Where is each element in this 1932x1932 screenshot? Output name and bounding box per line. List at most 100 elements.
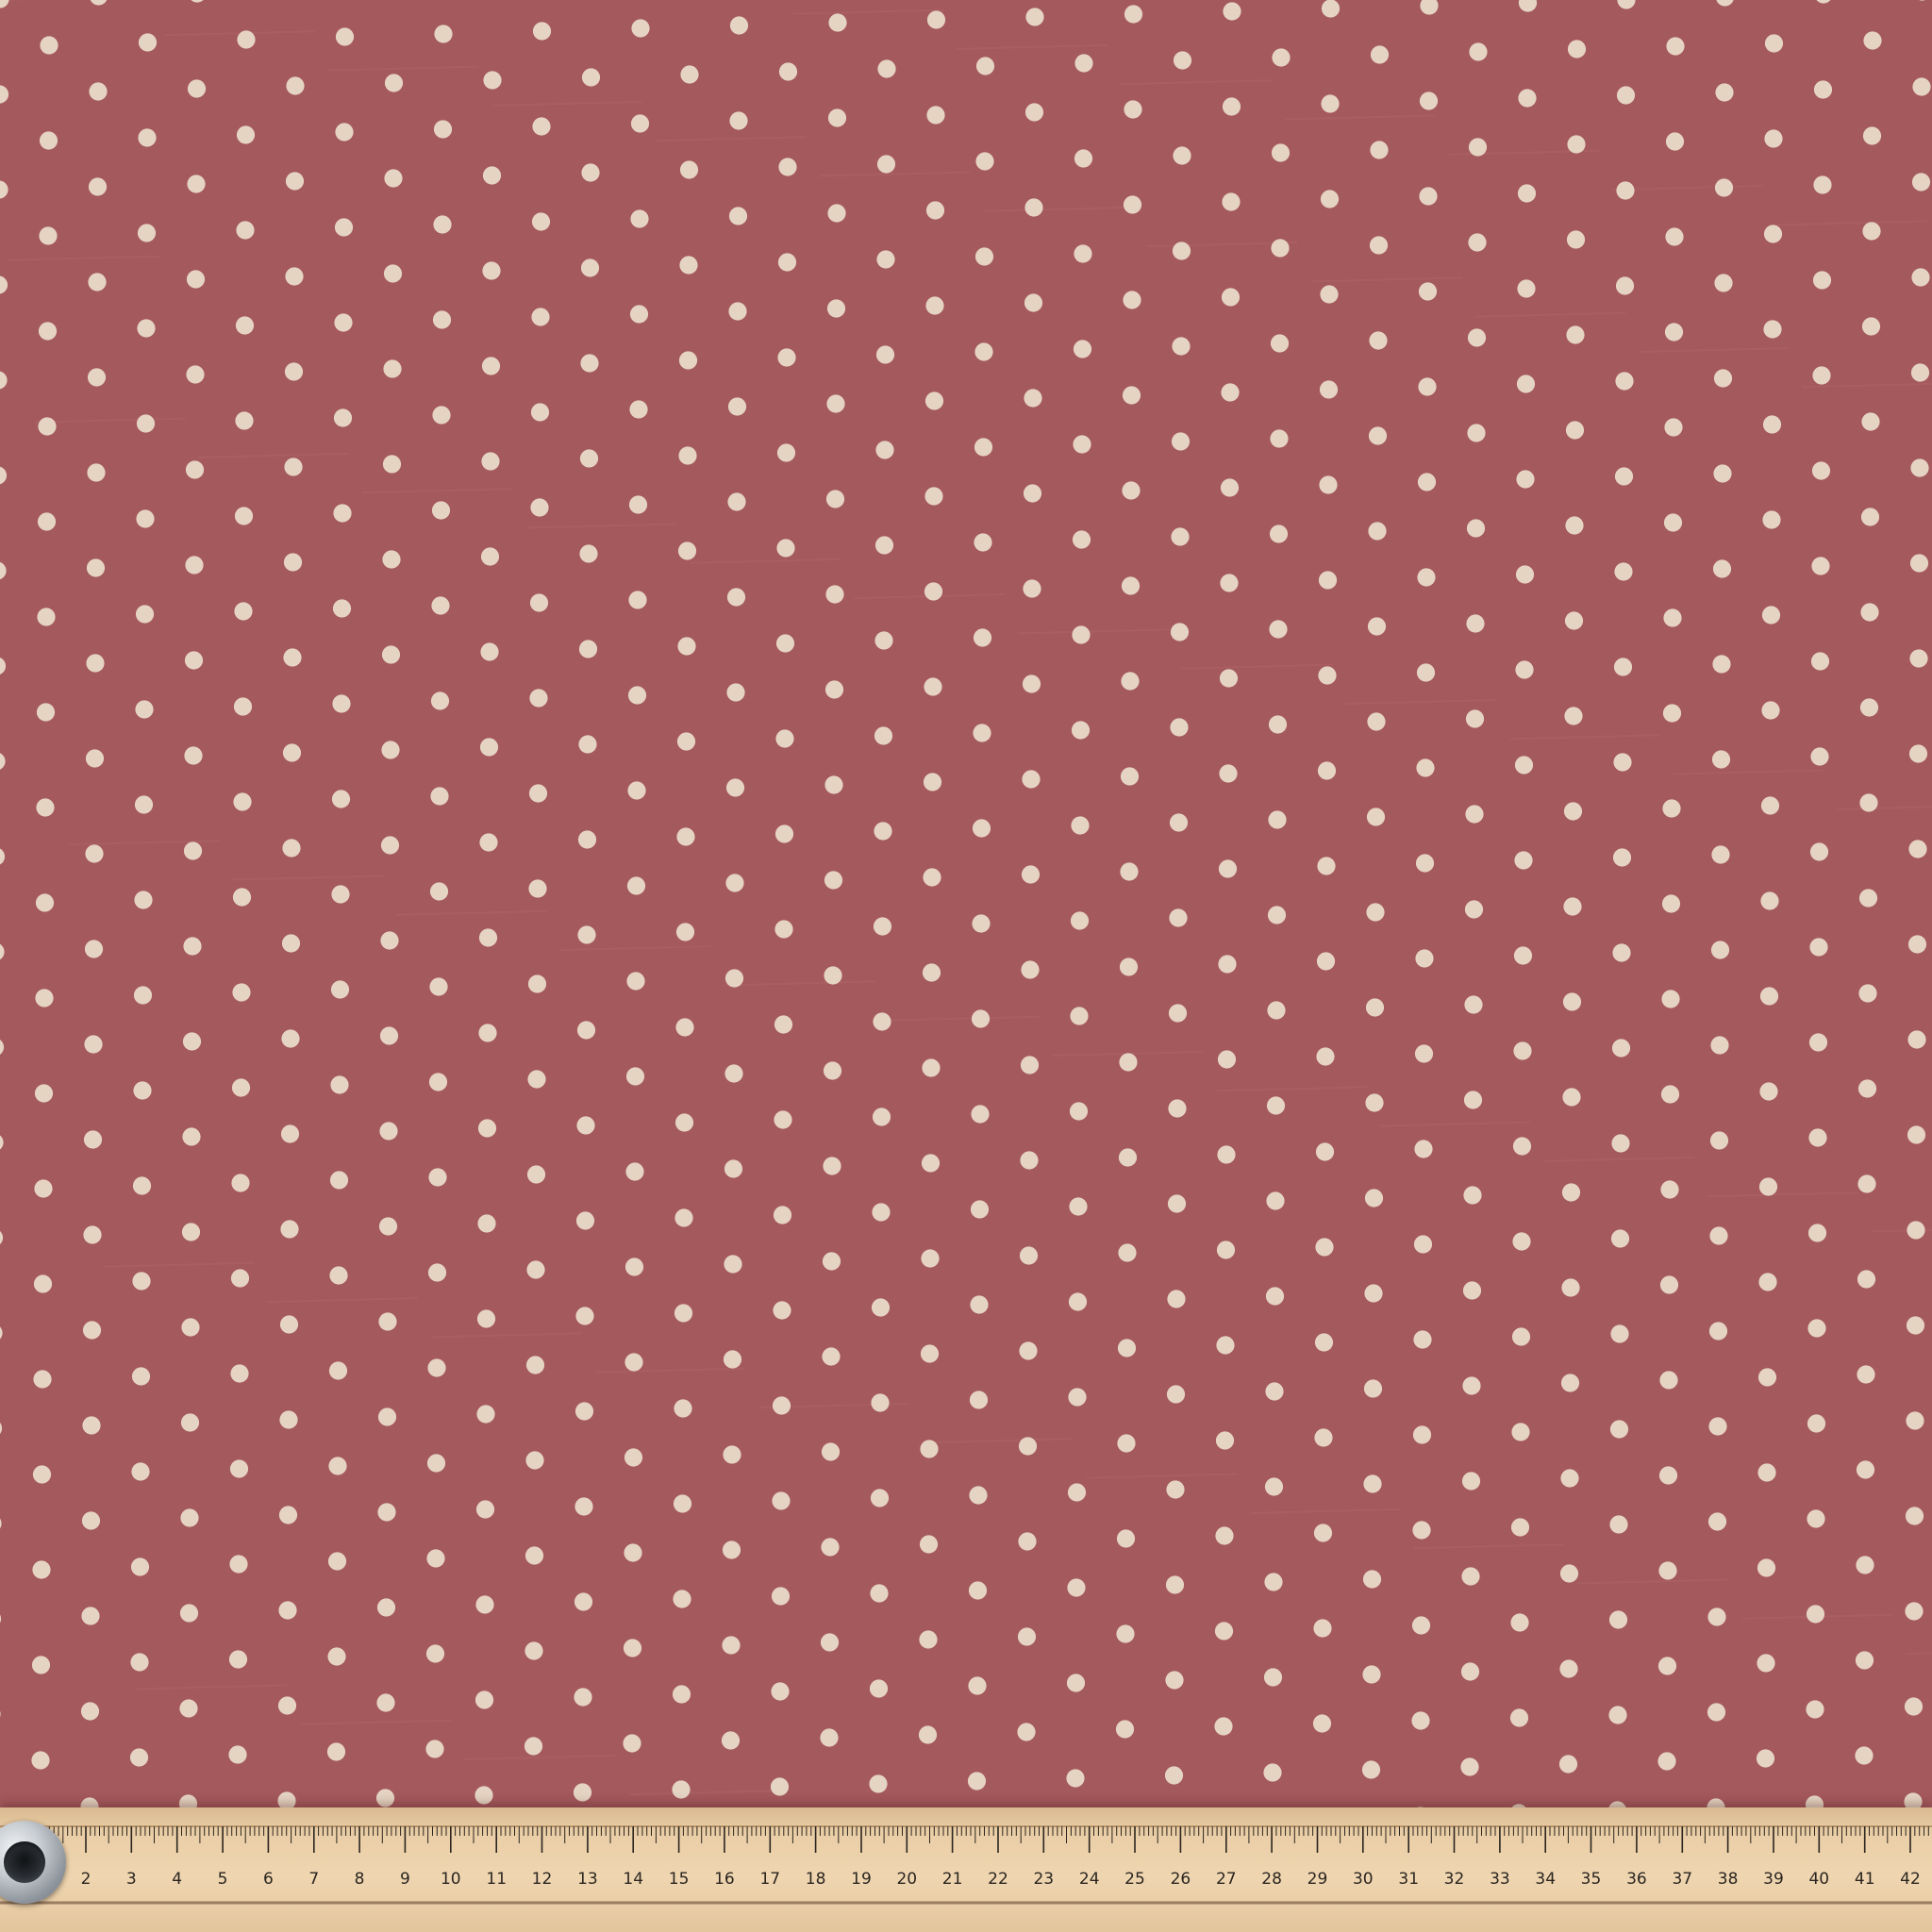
- polka-dot: [85, 749, 105, 768]
- polka-dot: [1609, 1420, 1629, 1439]
- polka-dot: [923, 868, 941, 887]
- polka-dot: [326, 1742, 346, 1761]
- polka-dot: [969, 1391, 989, 1409]
- polka-dot: [82, 1416, 101, 1435]
- polka-dot: [1070, 911, 1090, 930]
- polka-dot: [1911, 268, 1930, 287]
- polka-dot: [1122, 481, 1141, 500]
- polka-dot: [824, 680, 844, 699]
- polka-dot: [1366, 903, 1385, 922]
- polka-dot: [1074, 244, 1092, 263]
- polka-dot: [1165, 1575, 1185, 1594]
- polka-dot: [1364, 1284, 1383, 1303]
- polka-dot: [625, 1162, 644, 1181]
- polka-dot: [481, 452, 500, 471]
- polka-dot: [874, 822, 892, 841]
- polka-dot: [130, 1557, 150, 1576]
- ruler-number: 12: [532, 1870, 553, 1889]
- polka-dot: [1023, 484, 1042, 503]
- polka-dot: [1017, 1723, 1036, 1741]
- polka-dot: [772, 1491, 791, 1510]
- polka-dot: [186, 270, 206, 289]
- polka-dot: [974, 247, 994, 266]
- polka-dot: [875, 441, 894, 459]
- polka-dot: [529, 593, 549, 612]
- ruler-number: 19: [851, 1870, 872, 1889]
- polka-dot: [83, 1225, 102, 1244]
- polka-dot: [431, 596, 450, 615]
- polka-dot: [31, 1656, 51, 1674]
- polka-dot: [480, 547, 500, 566]
- polka-dot: [135, 605, 155, 624]
- polka-dot: [85, 844, 104, 863]
- polka-dot: [1021, 865, 1041, 884]
- polka-dot: [382, 550, 401, 569]
- polka-dot: [1367, 617, 1387, 636]
- polka-dot: [876, 250, 895, 269]
- polka-dot: [827, 204, 846, 223]
- polka-dot: [1319, 380, 1339, 399]
- polka-dot: [1073, 340, 1092, 358]
- polka-dot: [1316, 1047, 1335, 1066]
- ruler-number: 17: [759, 1870, 780, 1889]
- polka-dot: [1411, 1711, 1430, 1730]
- polka-dot: [675, 1113, 694, 1132]
- polka-dot: [476, 1405, 495, 1424]
- polka-dot: [1023, 579, 1041, 598]
- polka-dot: [230, 1269, 250, 1288]
- polka-dot: [1172, 337, 1191, 356]
- polka-dot: [34, 1084, 54, 1103]
- polka-dot: [823, 1061, 842, 1080]
- polka-dot: [922, 963, 941, 982]
- polka-dot: [36, 798, 55, 817]
- polka-dot: [1018, 1532, 1037, 1551]
- polka-dot: [1907, 1221, 1925, 1240]
- polka-dot: [1709, 1131, 1729, 1150]
- polka-dot: [1315, 1142, 1335, 1161]
- polka-dot: [1170, 718, 1189, 737]
- polka-dot: [821, 1442, 841, 1461]
- polka-dot: [1117, 1434, 1136, 1453]
- polka-dot: [132, 1272, 151, 1291]
- ruler-number: 27: [1216, 1870, 1237, 1889]
- polka-dot: [1659, 1371, 1678, 1390]
- polka-dot: [1312, 1714, 1332, 1733]
- polka-dot: [1123, 291, 1141, 309]
- fabric-photo: 2 3 4 5 6 7 8 9 10 11 12 13 14 15 16 17 18 19 20 21 22 23 24 25…: [0, 0, 1932, 1932]
- ruler-number: 20: [896, 1870, 917, 1889]
- polka-dot: [1608, 1706, 1627, 1724]
- polka-dot: [329, 1171, 349, 1190]
- polka-dot: [1119, 958, 1139, 976]
- ruler-number: 34: [1535, 1870, 1556, 1889]
- polka-dot: [726, 683, 745, 702]
- polka-dot: [724, 969, 744, 988]
- polka-dot: [967, 1772, 987, 1790]
- polka-dot: [1862, 126, 1882, 145]
- polka-dot: [1417, 568, 1436, 587]
- polka-dot: [477, 1214, 496, 1233]
- polka-dot: [1320, 190, 1340, 208]
- polka-dot: [82, 1321, 102, 1340]
- polka-dot: [1761, 701, 1780, 720]
- polka-dot: [475, 1500, 495, 1519]
- polka-dot: [1173, 51, 1192, 70]
- polka-dot: [182, 1032, 202, 1051]
- polka-dot: [974, 438, 993, 457]
- polka-dot: [1757, 1463, 1776, 1482]
- polka-dot: [1120, 767, 1140, 786]
- polka-dot: [1665, 227, 1684, 246]
- polka-dot: [137, 319, 156, 338]
- ruler-number: 18: [806, 1870, 826, 1889]
- polka-dot: [1909, 649, 1928, 668]
- polka-dot: [1708, 1322, 1728, 1341]
- polka-dot: [1369, 331, 1388, 350]
- polka-dot: [724, 1159, 743, 1178]
- polka-dot: [332, 694, 351, 713]
- polka-dot: [229, 1459, 249, 1478]
- polka-dot: [1812, 271, 1832, 290]
- polka-dot: [580, 354, 599, 373]
- polka-dot: [479, 833, 498, 852]
- polka-dot: [1216, 1241, 1236, 1259]
- polka-dot: [925, 296, 944, 315]
- polka-dot: [1609, 1515, 1628, 1534]
